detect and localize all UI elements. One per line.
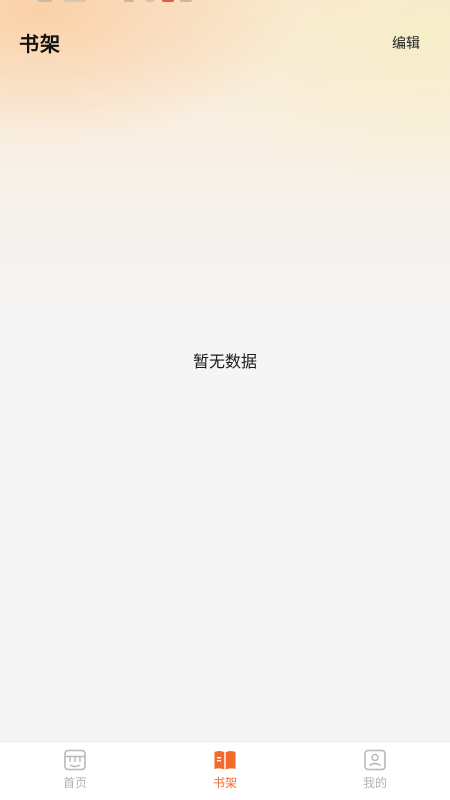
book-icon <box>214 751 236 770</box>
profile-icon <box>364 749 386 771</box>
edit-button[interactable]: 编辑 <box>392 33 420 53</box>
bookshelf-screen: 书架 编辑 暂无数据 首页 书架 我的 <box>0 0 450 800</box>
bottom-tab-bar: 首页 书架 我的 <box>0 741 450 800</box>
tab-home[interactable]: 首页 <box>0 742 150 800</box>
home-icon <box>64 749 86 771</box>
status-bar-remnant <box>0 0 450 6</box>
empty-state-text: 暂无数据 <box>192 352 257 371</box>
tab-bookshelf-label: 书架 <box>212 776 237 790</box>
top-header: 书架 编辑 <box>0 22 450 62</box>
tab-bookshelf[interactable]: 书架 <box>150 742 300 800</box>
tab-home-label: 首页 <box>62 776 87 790</box>
tab-profile[interactable]: 我的 <box>300 742 450 800</box>
page-title: 书架 <box>19 32 61 56</box>
tab-profile-label: 我的 <box>362 776 387 790</box>
